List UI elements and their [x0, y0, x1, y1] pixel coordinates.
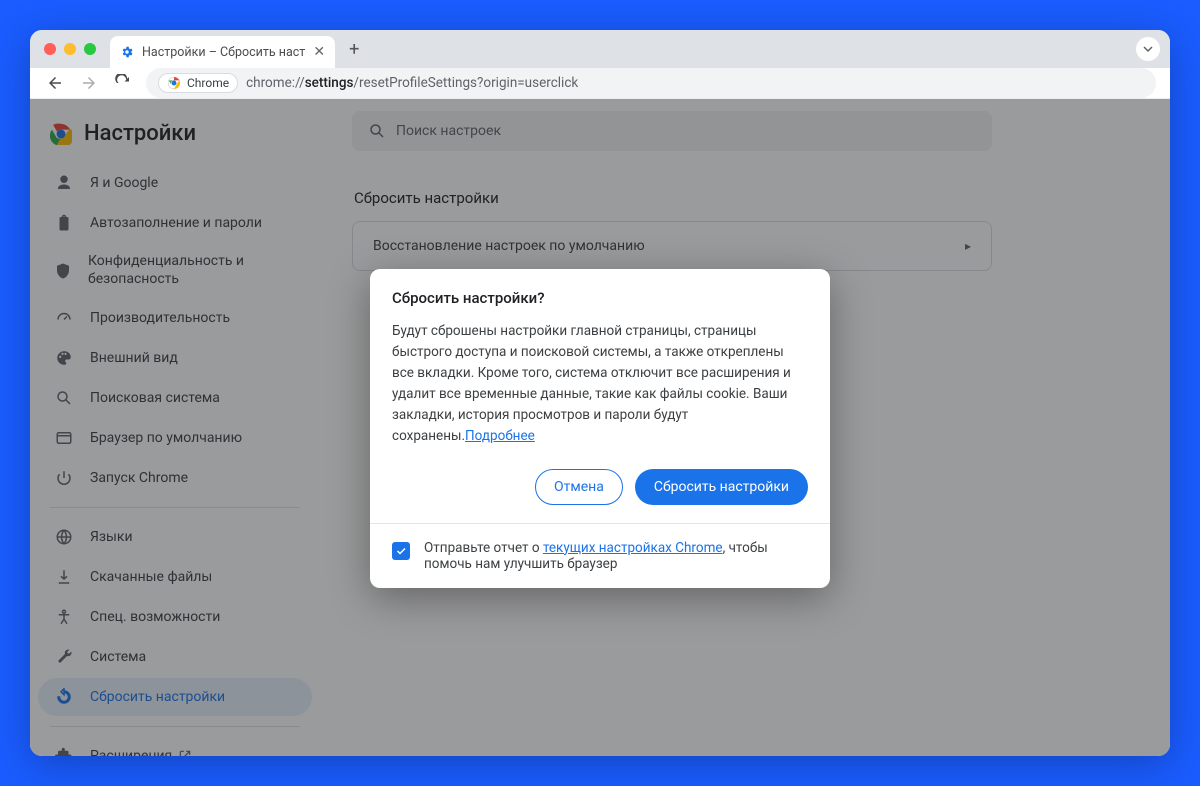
toolbar: Chrome chrome://settings/resetProfileSet… — [30, 68, 1170, 99]
forward-button[interactable] — [78, 72, 100, 94]
cancel-button[interactable]: Отмена — [535, 469, 623, 505]
site-chip[interactable]: Chrome — [158, 73, 238, 93]
maximize-window-icon[interactable] — [84, 43, 96, 55]
tab-bar: Настройки – Сбросить наст ✕ + — [30, 30, 1170, 68]
tab-title: Настройки – Сбросить наст — [142, 45, 305, 60]
modal-overlay: Сбросить настройки? Будут сброшены настр… — [30, 99, 1170, 756]
report-checkbox[interactable] — [392, 542, 410, 560]
tabs-dropdown-button[interactable] — [1136, 37, 1160, 61]
close-window-icon[interactable] — [44, 43, 56, 55]
learn-more-link[interactable]: Подробнее — [465, 428, 535, 444]
current-settings-link[interactable]: текущих настройках Chrome — [543, 540, 723, 556]
chrome-icon — [167, 76, 181, 90]
new-tab-button[interactable]: + — [343, 39, 365, 60]
window-controls — [44, 43, 96, 55]
minimize-window-icon[interactable] — [64, 43, 76, 55]
site-chip-label: Chrome — [187, 76, 229, 90]
close-tab-icon[interactable]: ✕ — [313, 44, 325, 60]
back-button[interactable] — [44, 72, 66, 94]
browser-tab[interactable]: Настройки – Сбросить наст ✕ — [110, 36, 335, 68]
report-label: Отправьте отчет о текущих настройках Chr… — [424, 540, 808, 572]
url-text: chrome://settings/resetProfileSettings?o… — [246, 75, 578, 91]
reload-button[interactable] — [112, 72, 134, 94]
browser-window: Настройки – Сбросить наст ✕ + Chrome — [30, 30, 1170, 756]
content-area: Настройки Я и Google Автозаполнение и па… — [30, 99, 1170, 756]
dialog-title: Сбросить настройки? — [392, 289, 808, 307]
reset-dialog: Сбросить настройки? Будут сброшены настр… — [370, 269, 830, 588]
address-bar[interactable]: Chrome chrome://settings/resetProfileSet… — [146, 68, 1156, 98]
gear-icon — [120, 45, 134, 59]
dialog-body-text: Будут сброшены настройки главной страниц… — [392, 321, 808, 447]
reset-confirm-button[interactable]: Сбросить настройки — [635, 469, 808, 505]
